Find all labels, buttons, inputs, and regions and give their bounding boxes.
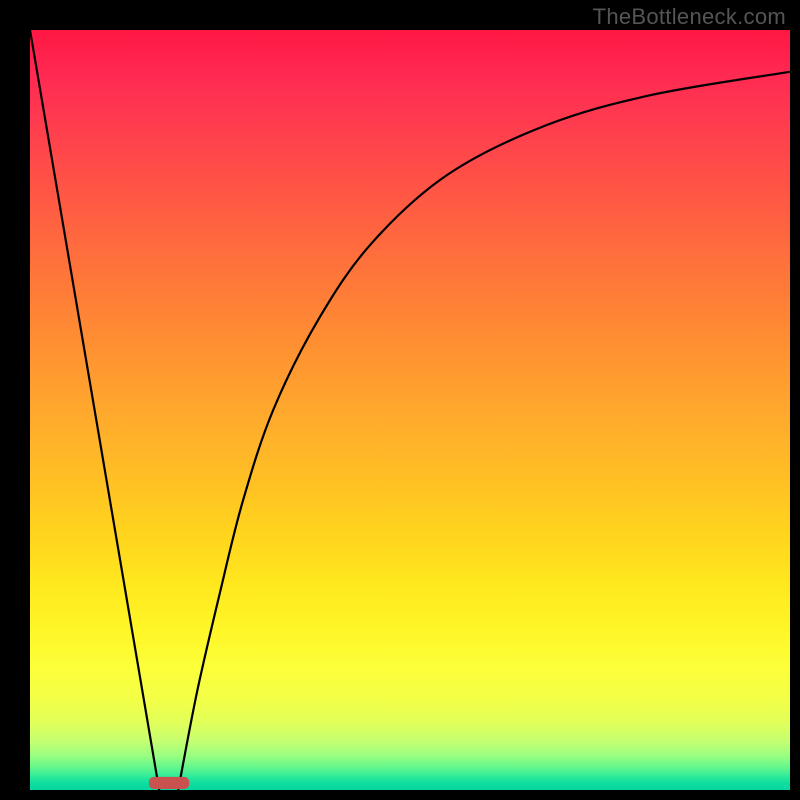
curve-right-branch bbox=[178, 72, 790, 790]
chart-svg bbox=[30, 30, 790, 790]
watermark-text: TheBottleneck.com bbox=[593, 4, 786, 30]
plot-area bbox=[30, 30, 790, 790]
minimum-marker bbox=[149, 777, 189, 789]
chart-frame: TheBottleneck.com bbox=[0, 0, 800, 800]
curve-left-branch bbox=[30, 30, 159, 790]
